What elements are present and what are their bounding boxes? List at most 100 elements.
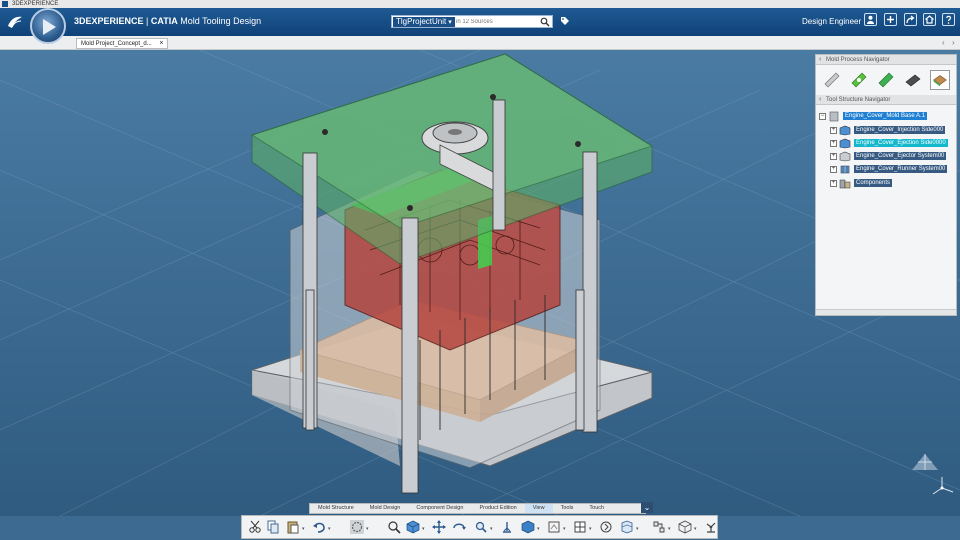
ejector-icon[interactable] [849, 70, 869, 90]
side-panel: Mold Process Navigator Tool Structure Na… [815, 54, 957, 316]
compass-icon[interactable] [30, 8, 66, 44]
grid-options-icon[interactable]: ▾ [636, 526, 639, 532]
rotate-icon[interactable] [452, 520, 466, 534]
tree-options-icon[interactable]: ▾ [694, 526, 697, 532]
mold-plate-icon[interactable] [822, 70, 842, 90]
module-label: Mold Tooling Design [180, 16, 262, 26]
tree-label: Engine_Cover_Ejector System00 [854, 152, 947, 160]
robot-icon[interactable] [704, 520, 718, 534]
user-role-label[interactable]: Design Engineer [802, 17, 861, 26]
panel-horizontal-scrollbar[interactable] [816, 309, 956, 315]
tree-label: Engine_Cover_Runner System00 [854, 165, 948, 173]
undo-options-icon[interactable]: ▾ [328, 526, 331, 532]
document-tab-bar: Mold Project_Concept_d... × ‹ › [0, 36, 960, 50]
expand-icon[interactable]: + [830, 126, 837, 134]
tree-label: Engine_Cover_Injection Side000 [854, 126, 946, 134]
chevron-down-icon[interactable]: ⌄ [641, 502, 653, 513]
normal-view-icon[interactable] [500, 520, 514, 534]
tag-icon[interactable] [560, 16, 570, 26]
structure-tree: − Engine_Cover_Mold Base A.1 + Engine_Co… [816, 105, 956, 303]
window-title: 3DEXPERIENCE [12, 1, 59, 7]
tree-label: Engine_Cover_Ejection Side0000 [854, 139, 948, 147]
tool-structure-navigator-header[interactable]: Tool Structure Navigator [816, 95, 956, 105]
tab-product-edition[interactable]: Product Edition [471, 504, 524, 513]
expand-icon[interactable]: + [830, 139, 837, 147]
user-profile-icon[interactable] [864, 13, 877, 26]
share-icon[interactable] [904, 13, 917, 26]
close-icon[interactable]: × [159, 40, 163, 47]
zoom-area-icon[interactable] [474, 520, 488, 534]
tree-row-runner-system[interactable]: + Engine_Cover_Runner System00 [830, 163, 948, 175]
home-icon[interactable] [923, 13, 936, 26]
part-icon [839, 138, 851, 148]
top-bar: 3DEXPERIENCE | CATIA Mold Tooling Design… [0, 8, 960, 36]
tree-label: Components [854, 179, 893, 187]
select-icon[interactable] [350, 520, 364, 534]
axis-triad-icon[interactable] [930, 474, 956, 500]
help-icon[interactable] [942, 13, 955, 26]
grid-icon[interactable] [620, 520, 634, 534]
zoom-options-icon[interactable]: ▾ [490, 526, 493, 532]
document-tab[interactable]: Mold Project_Concept_d... × [76, 38, 169, 49]
select-options-icon[interactable]: ▾ [366, 526, 369, 532]
add-icon[interactable] [884, 13, 897, 26]
assembly-icon [829, 111, 839, 121]
tree-row-injection-side[interactable]: + Engine_Cover_Injection Side000 [830, 124, 946, 136]
tree-row-ejector-system[interactable]: + Engine_Cover_Ejector System00 [830, 150, 947, 162]
compass-options-icon[interactable]: ▾ [668, 526, 671, 532]
tab-view[interactable]: View [524, 504, 553, 513]
render-options-icon[interactable]: ▾ [563, 526, 566, 532]
expand-icon[interactable]: + [830, 165, 837, 173]
search-icon[interactable] [540, 17, 550, 27]
components-icon [839, 179, 851, 188]
fly-icon[interactable] [599, 520, 613, 534]
tree-row-mold-base[interactable]: − Engine_Cover_Mold Base A.1 [819, 110, 928, 122]
tree-label: Engine_Cover_Mold Base A.1 [843, 112, 928, 120]
tree-row-ejection-side[interactable]: + Engine_Cover_Ejection Side0000 [830, 137, 948, 149]
app-title: 3DEXPERIENCE | CATIA Mold Tooling Design [74, 16, 261, 26]
tab-mold-structure[interactable]: Mold Structure [310, 504, 362, 513]
section-tab-bar: Mold Structure Mold Design Component Des… [309, 503, 646, 514]
cut-icon[interactable] [248, 520, 262, 534]
tab-component-design[interactable]: Component Design [408, 504, 471, 513]
document-tab-label: Mold Project_Concept_d... [81, 41, 152, 47]
section-options-icon[interactable]: ▾ [589, 526, 592, 532]
iso-view-icon[interactable] [521, 520, 535, 534]
robot-icon[interactable] [908, 450, 942, 474]
collapse-icon[interactable]: − [819, 112, 826, 120]
render-style-icon[interactable] [547, 520, 561, 534]
tab-touch[interactable]: Touch [581, 504, 612, 513]
expand-icon[interactable]: + [830, 152, 837, 160]
action-toolbar: ▾ ▾ ▾ ▾ ▾ ▾ ▾ ▾ ▾ ▾ ▾ [241, 515, 718, 539]
search-box: TlgProjectUnit [391, 15, 553, 28]
cavity-icon[interactable] [930, 70, 950, 90]
tab-tools[interactable]: Tools [553, 504, 582, 513]
tab-mold-design[interactable]: Mold Design [362, 504, 409, 513]
ejector-part-icon [839, 151, 851, 161]
title-separator: | [146, 16, 149, 26]
undo-icon[interactable] [312, 520, 326, 534]
product-label: CATIA [150, 16, 178, 26]
search-input[interactable] [456, 17, 536, 27]
cube-view-options-icon[interactable]: ▾ [422, 526, 425, 532]
paste-options-icon[interactable]: ▾ [302, 526, 305, 532]
copy-icon[interactable] [266, 520, 280, 534]
tab-scroll-right-icon[interactable]: › [952, 38, 955, 47]
section-icon[interactable] [573, 520, 587, 534]
iso-view-options-icon[interactable]: ▾ [537, 526, 540, 532]
tree-row-components[interactable]: + Components [830, 177, 893, 189]
paste-icon[interactable] [286, 520, 300, 534]
mold-process-navigator-header[interactable]: Mold Process Navigator [816, 55, 956, 65]
expand-icon[interactable]: + [830, 179, 837, 187]
tab-scroll-left-icon[interactable]: ‹ [942, 38, 945, 47]
cube-view-icon[interactable] [406, 520, 420, 534]
process-icon-row [816, 65, 956, 95]
runner-icon[interactable] [903, 70, 923, 90]
search-scope-dropdown[interactable]: TlgProjectUnit [393, 17, 455, 27]
tree-icon[interactable] [678, 520, 692, 534]
zoom-icon[interactable] [387, 520, 401, 534]
gate-icon[interactable] [876, 70, 896, 90]
pan-icon[interactable] [432, 520, 446, 534]
compass-icon[interactable] [652, 520, 666, 534]
ds-logo-icon[interactable] [6, 14, 24, 30]
